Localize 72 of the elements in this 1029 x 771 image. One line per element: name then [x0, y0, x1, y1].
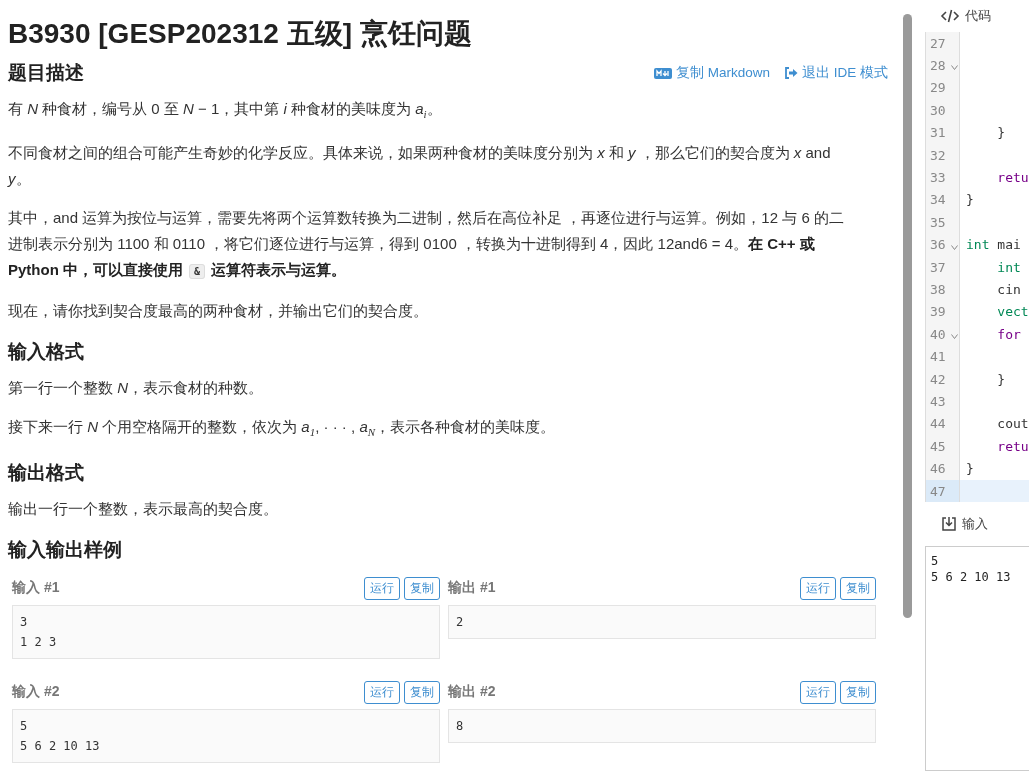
input-tab[interactable]: 输入 [941, 515, 988, 533]
chevron-icon[interactable] [951, 244, 958, 250]
line-number: 27 [926, 32, 960, 55]
run-button[interactable]: 运行 [364, 680, 400, 704]
sample-label: 输出 #1 [448, 579, 496, 597]
exit-ide-link[interactable]: 退出 IDE 模式 [784, 64, 888, 82]
paragraph: 其中，and 运算为按位与运算，需要先将两个运算数转换为二进制，然后在高位补足 ，再逐位进行与运算。例如，12 与 6 的二进制表示分别为 1100 和 0110 ，将它们逐位进行与运算，得到 0100 ，转换为十进制得到 4，因此 12and6 = 4。在 C++ 或 Python 中，可以直接使用 & 运算符表示与运算。 [8, 208, 845, 281]
section-heading: 输入格式 [8, 340, 84, 364]
run-button[interactable]: 运行 [800, 576, 836, 600]
line-number: 43 [926, 390, 960, 413]
download-icon [941, 516, 957, 532]
chevron-icon[interactable] [951, 334, 958, 340]
markdown-icon [653, 67, 672, 79]
code-tab[interactable]: 代码 [925, 0, 1029, 32]
line-number: 42 [926, 367, 960, 391]
line-number: 32 [926, 143, 960, 167]
paragraph: 输出一行一个整数，表示最高的契合度。 [8, 499, 279, 519]
code-icon [940, 9, 960, 23]
copy-button[interactable]: 复制 [840, 680, 876, 704]
line-number: 45 [926, 435, 960, 458]
chevron-icon[interactable] [951, 65, 958, 71]
code-text: retu [996, 438, 1029, 454]
paragraph: 不同食材之间的组合可能产生奇妙的化学反应。具体来说，如果两种食材的美味度分别为 x 和 y ，那么它们的契合度为 x and y。 [8, 143, 832, 189]
line-number: 31 [926, 121, 960, 144]
line-number: 46 [926, 457, 960, 480]
problem-title: B3930 [GESP202312 五级] 烹饪问题 [8, 17, 473, 51]
line-number: 35 [926, 211, 960, 234]
section-heading: 题目描述 [8, 61, 84, 85]
line-number: 38 [926, 278, 960, 301]
paragraph: 有 N 种食材，编号从 0 至 N − 1，其中第 i 种食材的美味度为 a$_{i}$。 [8, 99, 443, 122]
code-text: cout [996, 416, 1029, 432]
copy-markdown-link[interactable]: 复制 Markdown [653, 64, 770, 82]
exit-icon [784, 67, 798, 79]
sample-output: 8 [448, 709, 876, 743]
line-number: 39 [926, 300, 960, 324]
run-button[interactable]: 运行 [800, 680, 836, 704]
run-button[interactable]: 运行 [364, 576, 400, 600]
copy-button[interactable]: 复制 [404, 680, 440, 704]
code-text: } [996, 371, 1006, 387]
code-text: vect [996, 304, 1029, 320]
code-text: int [996, 259, 1021, 275]
section-heading: 输出格式 [8, 461, 84, 485]
code-text: cin [996, 282, 1021, 297]
paragraph: 接下来一行 N 个用空格隔开的整数，依次为 a$_{1}$, · · · , a$_{N}$，表示各种食材的美味度。 [8, 417, 557, 440]
line-number: 40 [926, 323, 960, 346]
copy-button[interactable]: 复制 [404, 576, 440, 600]
line-number: 30 [926, 99, 960, 122]
code-text: } [965, 192, 974, 208]
scrollbar[interactable] [903, 14, 912, 618]
line-number: 29 [926, 76, 960, 100]
line-number: 37 [926, 255, 960, 279]
code-text: int mai [965, 237, 1021, 253]
line-number: 44 [926, 412, 960, 436]
line-number: 41 [926, 345, 960, 368]
copy-button[interactable]: 复制 [840, 576, 876, 600]
code-text: retu [996, 170, 1029, 186]
code-text: } [996, 125, 1006, 141]
sample-label: 输出 #2 [448, 683, 496, 701]
code-editor[interactable]: 27 28 29 30 31 } 32 33 retu 34 } 35 36 int mai 37 int 38 cin 39 vect 40 for 41 42 } 43 44 cout 45 retu 46 } 47 [925, 32, 1029, 502]
paragraph: 第一行一个整数 N，表示食材的种数。 [8, 378, 264, 398]
paragraph: 现在，请你找到契合度最高的两种食材，并输出它们的契合度。 [8, 301, 429, 321]
section-heading: 输入输出样例 [8, 538, 122, 562]
line-number: 34 [926, 188, 960, 212]
code-text: } [965, 461, 974, 477]
sample-label: 输入 #2 [12, 683, 60, 701]
line-number: 28 [926, 54, 960, 77]
code-text: for [996, 326, 1021, 342]
sample-label: 输入 #1 [12, 579, 60, 597]
line-number: 33 [926, 166, 960, 189]
sample-output: 2 [448, 605, 876, 639]
input-field[interactable]: 5 5 6 2 10 13 [925, 546, 1029, 771]
line-number: 47 [926, 479, 960, 503]
